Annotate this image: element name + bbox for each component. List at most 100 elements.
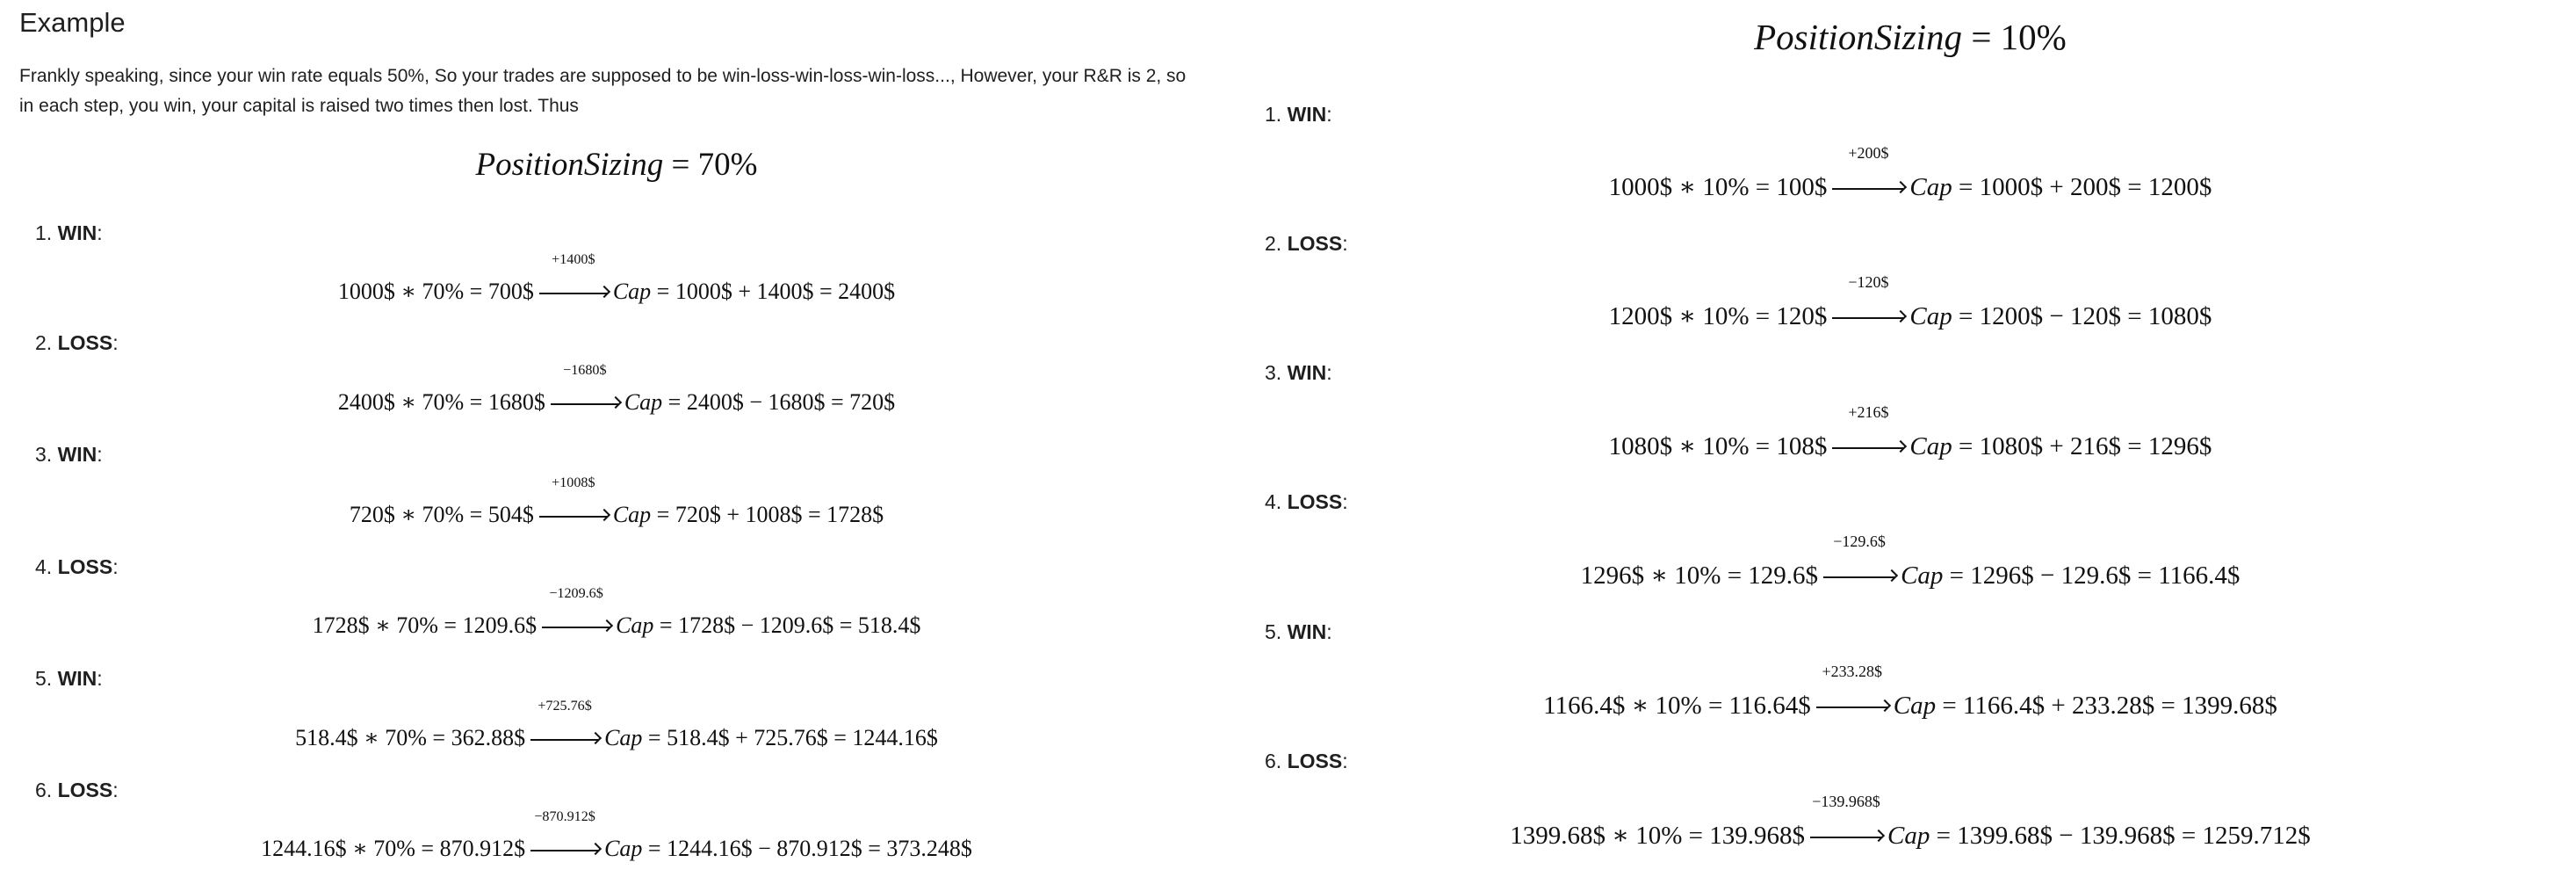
step-label: 4. LOSS: <box>1265 490 1348 513</box>
arrow-label: −870.912$ <box>534 809 595 824</box>
step-label: 3. WIN: <box>35 443 103 466</box>
equation-rhs: = 1200$ − 120$ = 1080$ <box>1952 302 2212 330</box>
step-outcome: WIN <box>1287 103 1327 126</box>
step-equation: 1244.16$ ∗ 70% = 870.912$ −870.912$ Cap = … <box>19 809 1214 862</box>
equation-rhs: = 720$ + 1008$ = 1728$ <box>651 502 884 527</box>
position-sizing-heading: PositionSizing = 70% <box>19 146 1214 184</box>
step-equation: 1200$ ∗ 10% = 120$ −120$ Cap = 1200$ − 120… <box>1265 273 2556 331</box>
step-label: 2. LOSS: <box>35 331 119 354</box>
step-number: 3. <box>1265 361 1282 384</box>
arrow-label: +1008$ <box>552 475 595 490</box>
equation-lhs: 1296$ ∗ 10% = 129.6$ <box>1580 562 1819 590</box>
equation-rhs: = 1080$ + 216$ = 1296$ <box>1952 432 2212 460</box>
arrow-label: −1680$ <box>563 363 607 378</box>
page-title: Example <box>19 7 126 38</box>
equation-cap: Cap <box>624 389 663 415</box>
heading-value: = 10% <box>1962 17 2067 57</box>
transition-arrow: +200$ <box>1832 144 1905 202</box>
transition-arrow: −120$ <box>1832 273 1905 331</box>
equation-cap: Cap <box>616 612 654 638</box>
position-sizing-heading: PositionSizing = 10% <box>1265 16 2556 58</box>
equation-cap: Cap <box>1909 432 1952 460</box>
heading-value: = 70% <box>663 147 758 183</box>
step-number: 1. <box>1265 103 1282 126</box>
equation-rhs: = 518.4$ + 725.76$ = 1244.16$ <box>642 725 938 750</box>
transition-arrow: −1680$ <box>550 363 619 416</box>
step-outcome: LOSS <box>57 555 113 578</box>
equation-cap: Cap <box>604 725 643 750</box>
equation-lhs: 1728$ ∗ 70% = 1209.6$ <box>312 612 538 638</box>
step-equation: 1000$ ∗ 70% = 700$ +1400$ Cap = 1000$ + 14… <box>19 252 1214 305</box>
step-outcome: LOSS <box>1287 490 1343 513</box>
equation-rhs: = 1296$ − 129.6$ = 1166.4$ <box>1943 562 2240 590</box>
equation-cap: Cap <box>1901 562 1944 590</box>
step-number: 6. <box>35 779 53 801</box>
arrow-label: −1209.6$ <box>549 586 603 601</box>
step-number: 5. <box>1265 620 1282 643</box>
equation-rhs: = 2400$ − 1680$ = 720$ <box>662 389 896 415</box>
step-equation: 1296$ ∗ 10% = 129.6$ −129.6$ Cap = 1296$ −… <box>1265 533 2556 591</box>
transition-arrow: +233.28$ <box>1815 663 1888 721</box>
step-number: 5. <box>35 667 53 690</box>
equation-rhs: = 1244.16$ − 870.912$ = 373.248$ <box>642 836 972 861</box>
step-equation: 2400$ ∗ 70% = 1680$ −1680$ Cap = 2400$ − 1… <box>19 363 1214 416</box>
step-outcome: WIN <box>57 443 97 466</box>
step-label: 1. WIN: <box>35 221 103 244</box>
arrow-label: +725.76$ <box>538 699 592 714</box>
intro-paragraph: Frankly speaking, since your win rate eq… <box>19 66 1187 116</box>
equation-rhs: = 1728$ − 1209.6$ = 518.4$ <box>653 612 921 638</box>
step-label: 2. LOSS: <box>1265 232 1348 255</box>
equation-cap: Cap <box>1887 822 1930 850</box>
arrow-label: +233.28$ <box>1822 663 1882 680</box>
step-equation: 1000$ ∗ 10% = 100$ +200$ Cap = 1000$ + 200… <box>1265 144 2556 202</box>
heading-variable: PositionSizing <box>1754 17 1963 57</box>
step-label: 1. WIN: <box>1265 103 1332 126</box>
step-label: 4. LOSS: <box>35 555 119 578</box>
step-label: 6. LOSS: <box>35 779 119 801</box>
equation-lhs: 1000$ ∗ 10% = 100$ <box>1608 173 1828 201</box>
step-label: 6. LOSS: <box>1265 750 1348 772</box>
equation-cap: Cap <box>612 279 652 304</box>
step-label: 5. WIN: <box>35 667 103 690</box>
step-outcome: WIN <box>1287 361 1327 384</box>
equation-cap: Cap <box>1909 173 1952 201</box>
arrow-label: −129.6$ <box>1833 533 1886 550</box>
equation-lhs: 1166.4$ ∗ 10% = 116.64$ <box>1543 692 1811 720</box>
equation-cap: Cap <box>604 836 643 861</box>
transition-arrow: +1400$ <box>538 252 608 305</box>
transition-arrow: −870.912$ <box>530 809 600 862</box>
arrow-label: −139.968$ <box>1812 793 1880 810</box>
step-outcome: LOSS <box>1287 750 1343 772</box>
equation-cap: Cap <box>612 502 652 527</box>
step-outcome: WIN <box>1287 620 1327 643</box>
equation-rhs: = 1399.68$ − 139.968$ = 1259.712$ <box>1930 822 2311 850</box>
step-equation: 518.4$ ∗ 70% = 362.88$ +725.76$ Cap = 518.… <box>19 699 1214 751</box>
equation-cap: Cap <box>1893 692 1937 720</box>
right-column: PositionSizing = 10% 1. WIN: 1000$ ∗ 10%… <box>1265 0 2556 884</box>
step-number: 6. <box>1265 750 1282 772</box>
equation-lhs: 518.4$ ∗ 70% = 362.88$ <box>295 725 526 750</box>
step-number: 2. <box>1265 232 1282 255</box>
equation-cap: Cap <box>1909 302 1952 330</box>
transition-arrow: −129.6$ <box>1823 533 1896 591</box>
step-number: 1. <box>35 221 53 244</box>
equation-rhs: = 1000$ + 200$ = 1200$ <box>1952 173 2212 201</box>
step-equation: 1728$ ∗ 70% = 1209.6$ −1209.6$ Cap = 1728$… <box>19 586 1214 639</box>
transition-arrow: +725.76$ <box>530 699 600 751</box>
arrow-label: +200$ <box>1848 144 1889 162</box>
equation-lhs: 1000$ ∗ 70% = 700$ <box>337 279 534 304</box>
transition-arrow: +216$ <box>1832 403 1905 461</box>
equation-lhs: 1244.16$ ∗ 70% = 870.912$ <box>261 836 526 861</box>
transition-arrow: +1008$ <box>538 475 608 528</box>
step-equation: 720$ ∗ 70% = 504$ +1008$ Cap = 720$ + 1008… <box>19 475 1214 528</box>
arrow-label: +216$ <box>1848 403 1889 421</box>
equation-rhs: = 1166.4$ + 233.28$ = 1399.68$ <box>1936 692 2277 720</box>
step-label: 5. WIN: <box>1265 620 1332 643</box>
arrow-label: −120$ <box>1848 273 1889 291</box>
step-equation: 1080$ ∗ 10% = 108$ +216$ Cap = 1080$ + 216… <box>1265 403 2556 461</box>
equation-lhs: 1080$ ∗ 10% = 108$ <box>1608 432 1828 460</box>
transition-arrow: −1209.6$ <box>542 586 611 639</box>
heading-variable: PositionSizing <box>475 147 664 183</box>
transition-arrow: −139.968$ <box>1810 793 1883 851</box>
step-outcome: LOSS <box>1287 232 1343 255</box>
